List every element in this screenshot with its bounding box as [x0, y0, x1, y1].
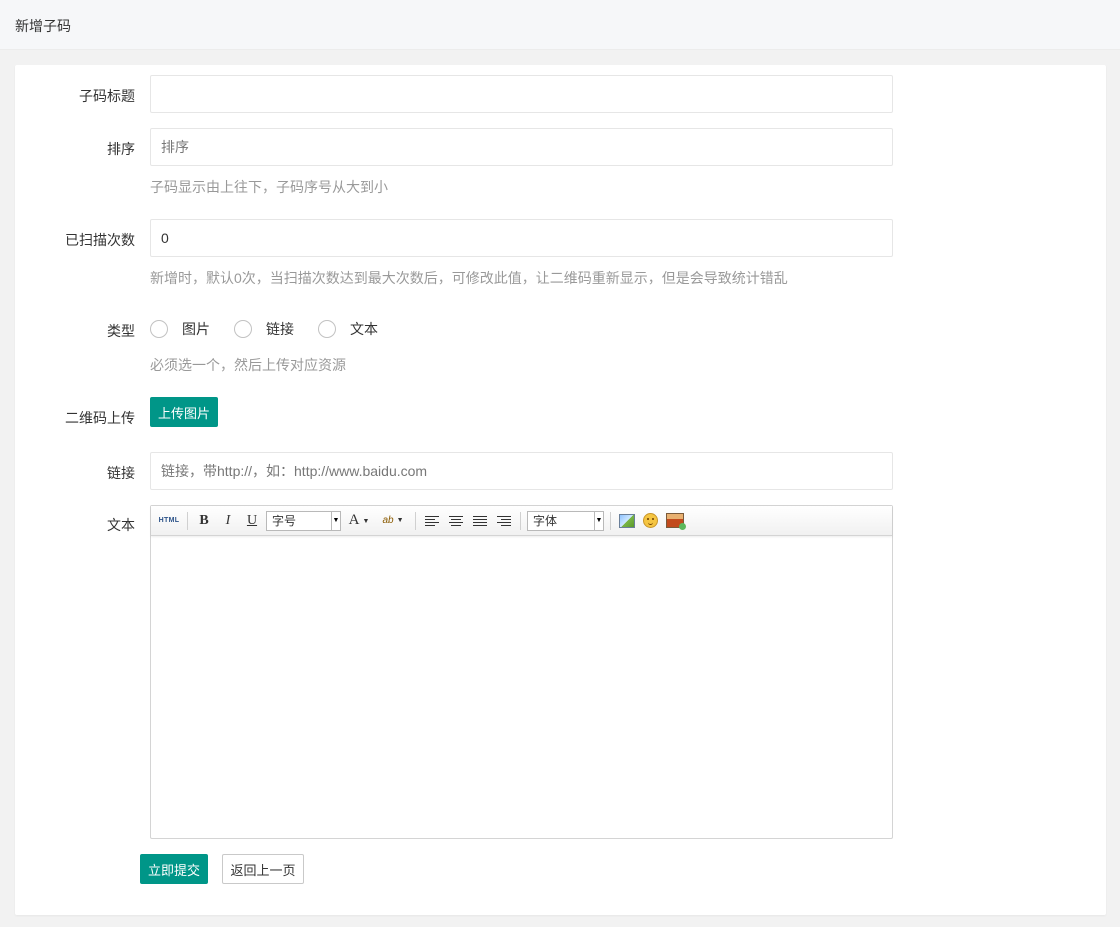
caret-down-icon: ▼ [396, 517, 404, 524]
caret-down-icon: ▼ [362, 516, 370, 525]
toolbar-separator [187, 511, 188, 530]
underline-icon[interactable]: U [242, 511, 262, 531]
chevron-down-icon: ▼ [594, 511, 603, 530]
title-input[interactable] [150, 75, 893, 113]
rich-text-editor: HTML B I U 字号 ▼ A ▼ ab ▼ 字体 ▼ [150, 505, 893, 839]
radio-circle-icon[interactable] [318, 320, 336, 338]
font-size-select[interactable]: 字号 ▼ [266, 510, 341, 531]
text-label: 文本 [107, 517, 135, 533]
scan-count-input[interactable] [150, 219, 893, 257]
page-title: 新增子码 [15, 18, 71, 34]
editor-toolbar: HTML B I U 字号 ▼ A ▼ ab ▼ 字体 ▼ [151, 506, 892, 536]
type-label: 类型 [107, 323, 135, 339]
type-help: 必须选一个，然后上传对应资源 [150, 357, 346, 373]
align-right-icon[interactable] [494, 511, 514, 531]
qrcode-upload-label: 二维码上传 [65, 410, 135, 426]
chevron-down-icon: ▼ [331, 511, 340, 530]
upload-image-button[interactable]: 上传图片 [150, 397, 218, 427]
font-family-select[interactable]: 字体 ▼ [527, 510, 604, 531]
type-radio-link[interactable]: 链接 [234, 319, 294, 339]
sort-label: 排序 [107, 141, 135, 157]
highlight-icon[interactable]: ab ▼ [377, 511, 409, 531]
media-icon[interactable] [666, 513, 686, 530]
sort-input[interactable] [150, 128, 893, 166]
toolbar-separator [610, 511, 611, 530]
type-radio-image[interactable]: 图片 [150, 319, 210, 339]
submit-button[interactable]: 立即提交 [140, 854, 208, 884]
align-justify-icon[interactable] [470, 511, 490, 531]
back-button[interactable]: 返回上一页 [222, 854, 304, 884]
type-radio-group: 图片 链接 文本 [150, 319, 402, 339]
form-card: 子码标题 排序 子码显示由上往下，子码序号从大到小 已扫描次数 新增时，默认0次… [15, 65, 1106, 915]
editor-content-area[interactable] [151, 536, 892, 838]
toolbar-separator [415, 511, 416, 530]
sort-help: 子码显示由上往下，子码序号从大到小 [150, 179, 388, 195]
emoticon-icon[interactable] [643, 513, 658, 528]
image-icon[interactable] [619, 513, 635, 528]
font-color-icon[interactable]: A ▼ [345, 511, 373, 531]
align-left-icon[interactable] [422, 511, 442, 531]
link-input[interactable] [150, 452, 893, 490]
align-center-icon[interactable] [446, 511, 466, 531]
type-radio-text[interactable]: 文本 [318, 319, 378, 339]
page-header: 新增子码 [0, 0, 1120, 50]
html-icon[interactable]: HTML [157, 511, 181, 531]
scan-count-label: 已扫描次数 [65, 232, 135, 248]
link-label: 链接 [107, 465, 135, 481]
title-label: 子码标题 [79, 88, 135, 104]
bold-icon[interactable]: B [194, 511, 214, 531]
radio-circle-icon[interactable] [234, 320, 252, 338]
italic-icon[interactable]: I [218, 511, 238, 531]
radio-circle-icon[interactable] [150, 320, 168, 338]
scan-count-help: 新增时，默认0次，当扫描次数达到最大次数后，可修改此值，让二维码重新显示，但是会… [150, 270, 788, 286]
toolbar-separator [520, 511, 521, 530]
